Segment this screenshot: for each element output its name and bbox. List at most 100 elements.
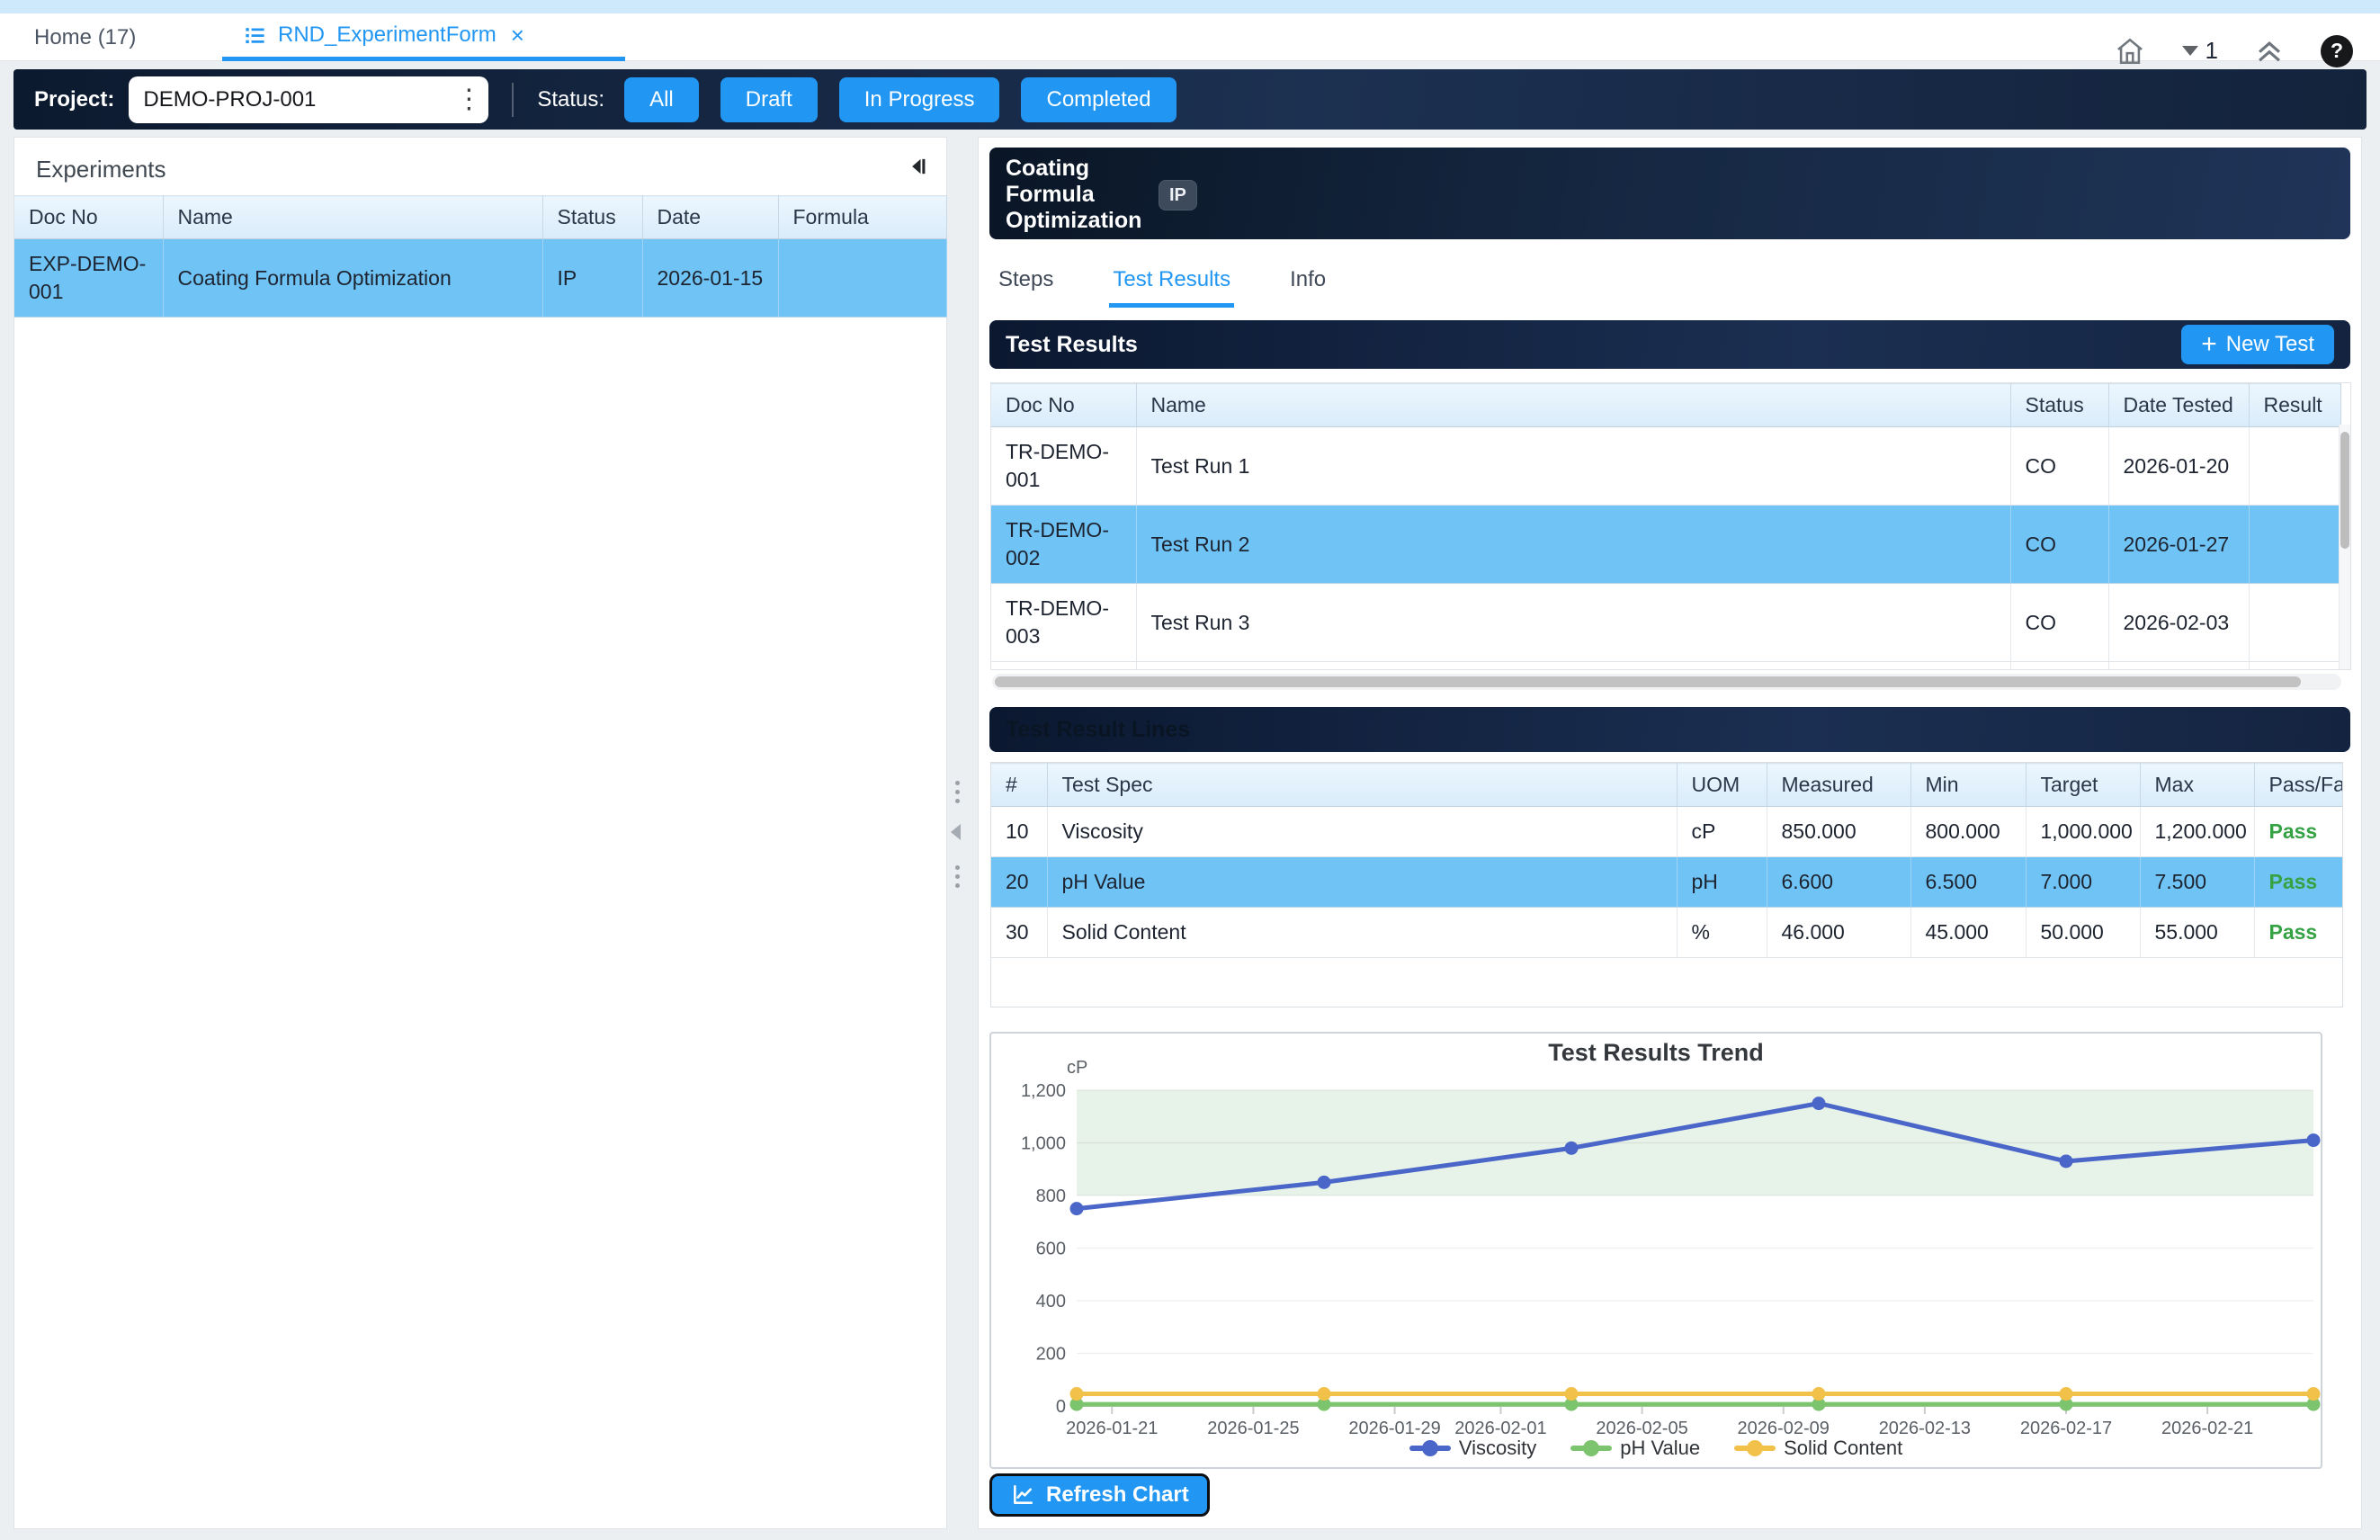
table-row[interactable]: EXP-DEMO- 001Coating Formula Optimizatio… (14, 239, 946, 318)
experiments-panel-title: Experiments (36, 156, 166, 184)
legend-label: pH Value (1620, 1437, 1700, 1460)
filter-draft-button[interactable]: Draft (720, 77, 818, 122)
cell-result (2249, 427, 2340, 506)
table-row[interactable]: TR-DEMO- 003Test Run 3CO2026-02-03 (991, 584, 2340, 662)
tab-home[interactable]: Home (17) (34, 13, 136, 61)
detail-panel: Coating Formula Optimization IP Steps Te… (978, 137, 2362, 1529)
test-results-section-bar: Test Results + New Test (989, 320, 2350, 369)
cell-measured: 850.000 (1767, 807, 1910, 857)
result-lines-header-row: # Test Spec UOM Measured Min Target Max … (991, 764, 2342, 807)
col-target[interactable]: Target (2026, 764, 2140, 807)
col-name[interactable]: Name (1136, 384, 2010, 427)
result-lines-table-container: # Test Spec UOM Measured Min Target Max … (990, 762, 2343, 1007)
vertical-scrollbar-thumb[interactable] (2340, 432, 2349, 549)
splitter-handle-bottom[interactable] (955, 865, 960, 888)
legend-item-solid-content[interactable]: Solid Content (1734, 1437, 1902, 1460)
tab-active-label: RND_ExperimentForm (278, 22, 497, 48)
cell-date (2108, 662, 2249, 671)
cell-doc: TR-DEMO- 002 (991, 506, 1136, 584)
data-point (2307, 1133, 2321, 1147)
filter-toolbar: Project: DEMO-PROJ-001 ⋮ Status: All Dra… (13, 69, 2367, 130)
col-doc-no[interactable]: Doc No (14, 196, 163, 239)
cell-target: 50.000 (2026, 908, 2140, 958)
collapse-panel-icon[interactable] (905, 154, 932, 181)
col-doc-no[interactable]: Doc No (991, 384, 1136, 427)
col-line-no[interactable]: # (991, 764, 1047, 807)
help-icon[interactable]: ? (2321, 35, 2353, 67)
col-date-tested[interactable]: Date Tested (2108, 384, 2249, 427)
cell-max: 1,200.000 (2140, 807, 2254, 857)
window-icons: 1 ? (2114, 27, 2353, 75)
project-input[interactable]: DEMO-PROJ-001 ⋮ (129, 76, 488, 123)
cell-uom: pH (1677, 857, 1767, 908)
chart-title: Test Results Trend (1548, 1039, 1764, 1066)
cell-status (2010, 662, 2108, 671)
cell-result (2249, 662, 2340, 671)
table-row[interactable]: TR-DEMO- (991, 662, 2340, 671)
vertical-scrollbar[interactable] (2339, 425, 2350, 669)
double-chevron-up-icon[interactable] (2254, 38, 2285, 65)
project-kebab-menu-icon[interactable]: ⋮ (449, 76, 488, 123)
col-uom[interactable]: UOM (1677, 764, 1767, 807)
splitter-collapse-arrow-icon[interactable] (951, 824, 961, 840)
trend-chart-svg: 2026-01-212026-01-252026-01-292026-02-01… (991, 1034, 2321, 1467)
cell-num: 20 (991, 857, 1047, 908)
tab-info[interactable]: Info (1286, 255, 1329, 308)
x-tick-label: 2026-02-13 (1879, 1419, 1971, 1438)
table-row[interactable]: 20pH ValuepH6.6006.5007.0007.500Pass (991, 857, 2342, 908)
filter-completed-button[interactable]: Completed (1021, 77, 1176, 122)
table-row[interactable]: 10ViscositycP850.000800.0001,000.0001,20… (991, 807, 2342, 857)
data-point (2060, 1154, 2073, 1168)
col-formula[interactable]: Formula (778, 196, 946, 239)
view-count-dropdown[interactable]: 1 (2182, 37, 2218, 65)
col-min[interactable]: Min (1910, 764, 2026, 807)
experiments-table: Doc No Name Status Date Formula EXP-DEMO… (14, 195, 947, 318)
col-status[interactable]: Status (542, 196, 642, 239)
horizontal-scrollbar-thumb[interactable] (995, 676, 2301, 687)
home-icon[interactable] (2114, 36, 2146, 67)
legend-item-ph-value[interactable]: pH Value (1570, 1437, 1700, 1460)
chart-line-icon (1010, 1483, 1035, 1507)
col-result[interactable]: Result (2249, 384, 2340, 427)
experiment-title: Coating Formula Optimization (1006, 156, 1160, 234)
cell-max: 7.500 (2140, 857, 2254, 908)
col-measured[interactable]: Measured (1767, 764, 1910, 807)
refresh-chart-button[interactable]: Refresh Chart (989, 1473, 1210, 1517)
cell-name: Test Run 2 (1136, 506, 2010, 584)
tab-close-icon[interactable]: × (511, 23, 524, 47)
table-row[interactable]: 30Solid Content%46.00045.00050.00055.000… (991, 908, 2342, 958)
cell-num: 30 (991, 908, 1047, 958)
new-test-button-label: New Test (2226, 332, 2314, 357)
cell-date: 2026-01-20 (2108, 427, 2249, 506)
y-tick-label: 800 (1036, 1186, 1066, 1206)
splitter-handle-top[interactable] (955, 781, 960, 803)
y-tick-label: 0 (1056, 1397, 1066, 1417)
table-row[interactable]: TR-DEMO-001Test Run 1CO2026-01-20 (991, 427, 2340, 506)
col-max[interactable]: Max (2140, 764, 2254, 807)
col-test-spec[interactable]: Test Spec (1047, 764, 1677, 807)
filter-in-progress-button[interactable]: In Progress (839, 77, 1000, 122)
status-label: Status: (537, 87, 604, 112)
col-pass-fail[interactable]: Pass/Fail (2254, 764, 2342, 807)
filter-all-button[interactable]: All (624, 77, 699, 122)
new-test-button[interactable]: + New Test (2181, 325, 2334, 364)
legend-item-viscosity[interactable]: Viscosity (1409, 1437, 1536, 1460)
x-tick-label: 2026-01-29 (1348, 1419, 1440, 1438)
data-point (1812, 1097, 1826, 1110)
tab-steps[interactable]: Steps (995, 255, 1057, 308)
col-name[interactable]: Name (163, 196, 542, 239)
x-tick-label: 2026-01-21 (1066, 1419, 1158, 1438)
cell-target: 7.000 (2026, 857, 2140, 908)
col-status[interactable]: Status (2010, 384, 2108, 427)
table-row[interactable]: TR-DEMO- 002Test Run 2CO2026-01-27 (991, 506, 2340, 584)
test-results-table: Doc No Name Status Date Tested Result TR… (991, 383, 2341, 670)
data-point (1812, 1387, 1826, 1401)
col-date[interactable]: Date (642, 196, 778, 239)
cell-pass: Pass (2254, 857, 2342, 908)
horizontal-scrollbar[interactable] (992, 674, 2341, 690)
result-lines-table: # Test Spec UOM Measured Min Target Max … (991, 763, 2343, 958)
tab-rnd-experiment-form[interactable]: RND_ExperimentForm × (222, 13, 625, 61)
experiments-header-row: Doc No Name Status Date Formula (14, 196, 946, 239)
tab-test-results[interactable]: Test Results (1109, 255, 1234, 308)
caret-down-icon (2182, 46, 2198, 56)
